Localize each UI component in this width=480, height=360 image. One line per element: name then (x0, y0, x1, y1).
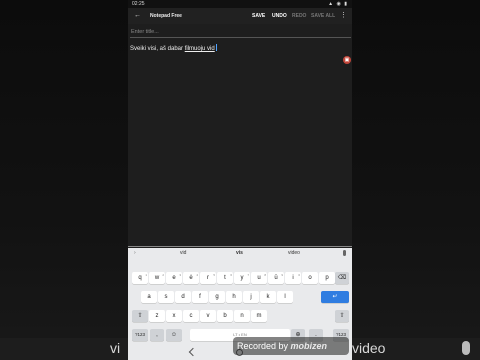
emoji-icon: ☺ (170, 332, 178, 338)
save-all-button[interactable]: SAVE ALL (311, 8, 335, 24)
numbers-key[interactable]: ?123 (132, 329, 148, 341)
key-u[interactable]: u8 (251, 272, 267, 284)
key-u-macron[interactable]: ū9 (268, 272, 284, 284)
key-p[interactable]: p (319, 272, 335, 284)
key-n[interactable]: n (234, 310, 250, 322)
key-g[interactable]: g (209, 291, 225, 303)
editor-divider (128, 246, 352, 247)
shift-icon: ⇧ (339, 313, 345, 319)
note-text: Sveiki visi, aš dabar (130, 46, 185, 52)
background-left-text: vi (110, 340, 121, 356)
recorder-watermark: Recorded by mobizen (233, 337, 349, 355)
background-left-strip: vi (0, 338, 128, 360)
key-e[interactable]: e3 (166, 272, 182, 284)
nav-back-icon[interactable] (188, 347, 198, 357)
key-z[interactable]: z (149, 310, 165, 322)
note-composing-text: filmuoju vid (184, 46, 215, 52)
key-row-1: q1 w2 e3 ė4 r5 t6 y7 u8 ū9 i0 o p ⌫ (128, 272, 352, 285)
key-b[interactable]: b (217, 310, 233, 322)
key-x[interactable]: x (166, 310, 182, 322)
key-k[interactable]: k (260, 291, 276, 303)
key-a[interactable]: a (141, 291, 157, 303)
key-c[interactable]: c (183, 310, 199, 322)
background-right-panel (352, 0, 480, 360)
key-i[interactable]: i0 (285, 272, 301, 284)
mic-icon[interactable] (343, 250, 346, 256)
save-button[interactable]: SAVE (252, 8, 265, 24)
title-input[interactable]: Enter title... (130, 27, 351, 38)
shift-icon: ⇧ (137, 313, 143, 319)
status-time: 02:25 (132, 1, 145, 7)
key-v[interactable]: v (200, 310, 216, 322)
backspace-key[interactable]: ⌫ (335, 272, 349, 284)
key-d[interactable]: d (175, 291, 191, 303)
shift-right-key[interactable]: ⇧ (335, 310, 349, 322)
comma-key[interactable]: , (150, 329, 164, 341)
watermark-label: Recorded by (237, 341, 289, 351)
chevron-right-icon[interactable]: › (134, 248, 136, 258)
watermark-brand: mobizen (290, 341, 328, 351)
key-w[interactable]: w2 (149, 272, 165, 284)
note-body-input[interactable]: Sveiki visi, aš dabar filmuoju vid (130, 44, 340, 53)
shift-left-key[interactable]: ⇧ (132, 310, 148, 322)
app-bar: ← Notepad Free SAVE UNDO REDO SAVE ALL ⋮ (128, 8, 352, 24)
key-o[interactable]: o (302, 272, 318, 284)
key-e-dot[interactable]: ė4 (183, 272, 199, 284)
suggestion-3[interactable]: video (288, 248, 300, 258)
enter-key[interactable]: ↵ (321, 291, 349, 303)
key-t[interactable]: t6 (217, 272, 233, 284)
key-h[interactable]: h (226, 291, 242, 303)
key-j[interactable]: j (243, 291, 259, 303)
key-m[interactable]: m (251, 310, 267, 322)
background-right-text: video (352, 340, 386, 356)
redo-button[interactable]: REDO (292, 8, 306, 24)
emoji-key[interactable]: ☺ (166, 329, 182, 341)
background-right-strip: video (352, 338, 480, 360)
status-bar: 02:25 ▲ ◉ ▮ (128, 0, 352, 8)
key-q[interactable]: q1 (132, 272, 148, 284)
status-icons: ▲ ◉ ▮ (328, 1, 348, 7)
key-l[interactable]: l (277, 291, 293, 303)
suggestion-strip: › vid vis video (128, 248, 352, 258)
backspace-icon: ⌫ (337, 275, 347, 281)
floating-action-icon[interactable]: ▣ (343, 56, 351, 64)
suggestion-1[interactable]: vid (180, 248, 186, 258)
device-screen: 02:25 ▲ ◉ ▮ ← Notepad Free SAVE UNDO RED… (128, 0, 352, 360)
key-s[interactable]: s (158, 291, 174, 303)
back-arrow-icon[interactable]: ← (134, 8, 141, 24)
key-y[interactable]: y7 (234, 272, 250, 284)
key-row-2: a s d f g h j k l ↵ (128, 291, 352, 304)
suggestion-2[interactable]: vis (236, 248, 243, 258)
undo-button[interactable]: UNDO (272, 8, 287, 24)
more-options-icon[interactable]: ⋮ (340, 8, 347, 24)
background-left-panel (0, 0, 128, 360)
background-mic-icon (462, 341, 470, 355)
on-screen-keyboard: › vid vis video q1 w2 e3 ė4 r5 t6 y7 u8 … (128, 248, 352, 344)
key-row-3: ⇧ z x c v b n m ⇧ (128, 310, 352, 323)
key-f[interactable]: f (192, 291, 208, 303)
app-title: Notepad Free (150, 13, 182, 19)
text-cursor (215, 44, 217, 51)
enter-icon: ↵ (332, 294, 338, 300)
key-r[interactable]: r5 (200, 272, 216, 284)
